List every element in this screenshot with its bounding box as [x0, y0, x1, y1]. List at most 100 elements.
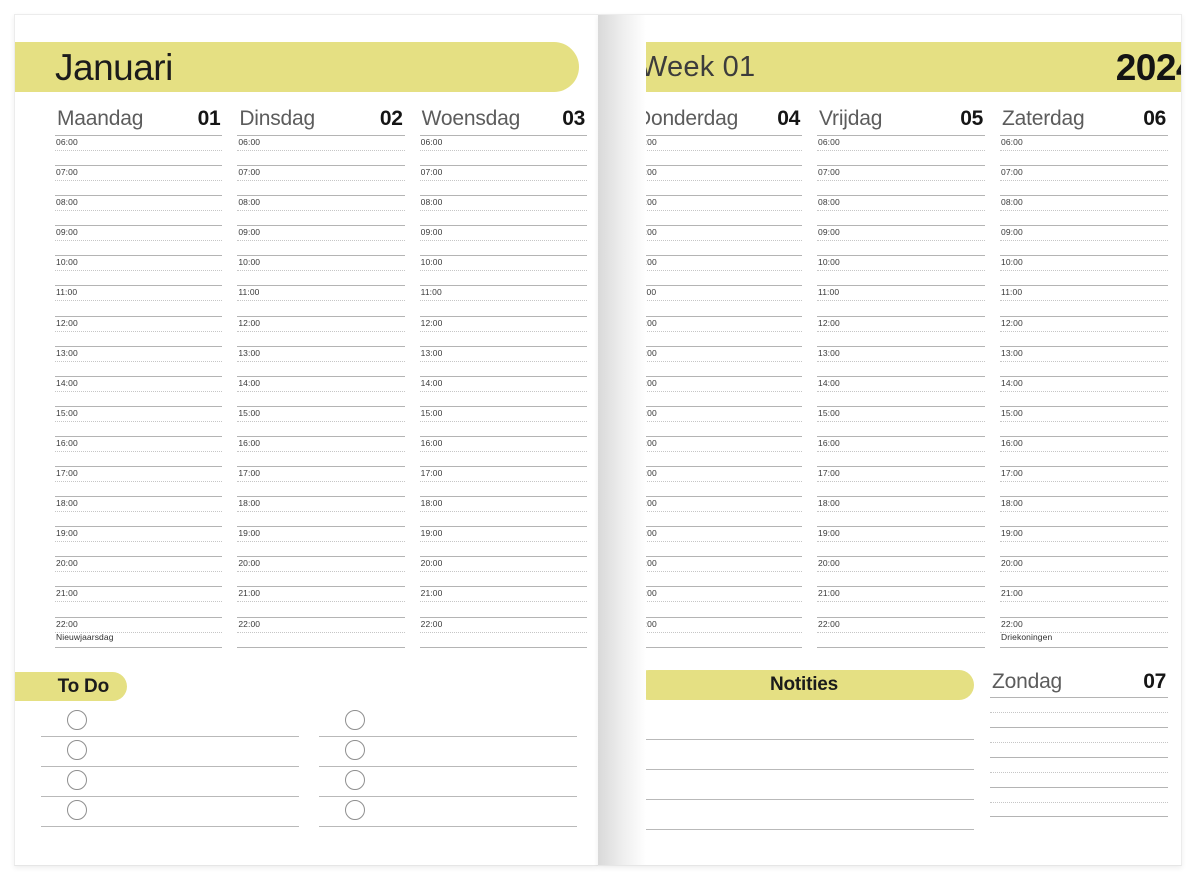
- time-slot[interactable]: 06:00: [1000, 135, 1168, 165]
- time-slot[interactable]: 06:00: [634, 135, 802, 165]
- time-slot[interactable]: 07:00: [419, 165, 587, 195]
- time-slot[interactable]: 18:00: [1000, 496, 1168, 526]
- time-slot[interactable]: 19:00: [634, 526, 802, 556]
- checkbox-circle-icon[interactable]: [67, 740, 87, 760]
- time-slot[interactable]: 14:00: [634, 375, 802, 406]
- time-slot[interactable]: 18:00: [634, 496, 802, 526]
- time-slot[interactable]: 10:00: [419, 255, 587, 285]
- time-slot[interactable]: 14:00: [817, 375, 985, 406]
- time-slot[interactable]: 13:00: [634, 345, 802, 376]
- time-slot[interactable]: 12:00: [817, 315, 985, 346]
- checkbox-circle-icon[interactable]: [67, 770, 87, 790]
- checkbox-circle-icon[interactable]: [345, 710, 365, 730]
- time-slot[interactable]: 18:00: [419, 496, 587, 526]
- time-slot[interactable]: 07:00: [55, 165, 223, 195]
- time-slot[interactable]: 15:00: [634, 405, 802, 436]
- checkbox-circle-icon[interactable]: [345, 740, 365, 760]
- checkbox-circle-icon[interactable]: [67, 710, 87, 730]
- time-slot[interactable]: 21:00: [419, 586, 587, 616]
- time-slot[interactable]: 18:00: [55, 496, 223, 526]
- time-slot[interactable]: 09:00: [419, 225, 587, 255]
- time-slot[interactable]: 21:00: [237, 586, 405, 616]
- time-slot[interactable]: 12:00: [1000, 315, 1168, 346]
- time-slot[interactable]: 16:00: [1000, 435, 1168, 466]
- time-slot[interactable]: 16:00: [817, 435, 985, 466]
- time-slot[interactable]: 11:00: [237, 285, 405, 315]
- time-slot[interactable]: 11:00: [55, 285, 223, 315]
- time-slot[interactable]: 15:00: [817, 405, 985, 436]
- time-slot[interactable]: 06:00: [55, 135, 223, 165]
- time-slot[interactable]: 15:00: [1000, 405, 1168, 436]
- todo-item[interactable]: [41, 737, 299, 767]
- time-slot[interactable]: 09:00: [634, 225, 802, 255]
- time-slot[interactable]: 07:00: [237, 165, 405, 195]
- time-slot[interactable]: 14:00: [55, 375, 223, 406]
- time-slot[interactable]: 13:00: [55, 345, 223, 376]
- checkbox-circle-icon[interactable]: [345, 800, 365, 820]
- time-slot[interactable]: 07:00: [634, 165, 802, 195]
- time-slot[interactable]: 13:00: [419, 345, 587, 376]
- time-slot[interactable]: 20:00: [634, 556, 802, 586]
- time-slot[interactable]: 17:00: [419, 466, 587, 496]
- todo-item[interactable]: [41, 707, 299, 737]
- time-slot[interactable]: 10:00: [817, 255, 985, 285]
- time-slot[interactable]: 19:00: [55, 526, 223, 556]
- time-slot[interactable]: 20:00: [817, 556, 985, 586]
- time-slot[interactable]: 20:00: [1000, 556, 1168, 586]
- time-slot[interactable]: 19:00: [817, 526, 985, 556]
- time-slot[interactable]: 21:00: [55, 586, 223, 616]
- time-slot[interactable]: 19:00: [1000, 526, 1168, 556]
- todo-item[interactable]: [319, 707, 577, 737]
- time-slot[interactable]: 21:00: [634, 586, 802, 616]
- time-slot[interactable]: 06:00: [817, 135, 985, 165]
- time-slot[interactable]: 22:00: [817, 616, 985, 648]
- todo-item[interactable]: [41, 797, 299, 827]
- time-slot[interactable]: 12:00: [419, 315, 587, 346]
- time-slot[interactable]: 22:00 Nieuwjaarsdag: [55, 616, 223, 648]
- time-slot[interactable]: 19:00: [419, 526, 587, 556]
- time-slot[interactable]: 08:00: [237, 195, 405, 225]
- time-slot[interactable]: 20:00: [237, 556, 405, 586]
- time-slot[interactable]: 09:00: [817, 225, 985, 255]
- time-slot[interactable]: 11:00: [817, 285, 985, 315]
- time-slot[interactable]: 08:00: [817, 195, 985, 225]
- notes-line[interactable]: [634, 710, 974, 740]
- time-slot[interactable]: 13:00: [817, 345, 985, 376]
- time-slot[interactable]: 22:00: [237, 616, 405, 648]
- time-slot[interactable]: 07:00: [1000, 165, 1168, 195]
- time-slot[interactable]: 07:00: [817, 165, 985, 195]
- time-slot[interactable]: 22:00: [419, 616, 587, 648]
- time-slot[interactable]: 17:00: [817, 466, 985, 496]
- time-slot[interactable]: 17:00: [1000, 466, 1168, 496]
- time-slot[interactable]: 18:00: [237, 496, 405, 526]
- time-slot[interactable]: 11:00: [634, 285, 802, 315]
- time-slot[interactable]: 16:00: [634, 435, 802, 466]
- time-slot[interactable]: 14:00: [1000, 375, 1168, 406]
- time-slot[interactable]: 15:00: [419, 405, 587, 436]
- time-slot[interactable]: 09:00: [1000, 225, 1168, 255]
- sunday-line[interactable]: [990, 727, 1168, 757]
- time-slot[interactable]: 12:00: [634, 315, 802, 346]
- time-slot[interactable]: 09:00: [237, 225, 405, 255]
- sunday-line[interactable]: [990, 787, 1168, 817]
- time-slot[interactable]: 08:00: [419, 195, 587, 225]
- time-slot[interactable]: 09:00: [55, 225, 223, 255]
- notes-line[interactable]: [634, 800, 974, 830]
- time-slot[interactable]: 22:00: [634, 616, 802, 648]
- time-slot[interactable]: 10:00: [55, 255, 223, 285]
- time-slot[interactable]: 13:00: [237, 345, 405, 376]
- time-slot[interactable]: 15:00: [55, 405, 223, 436]
- time-slot[interactable]: 16:00: [55, 435, 223, 466]
- todo-item[interactable]: [41, 767, 299, 797]
- notes-line[interactable]: [634, 770, 974, 800]
- time-slot[interactable]: 11:00: [1000, 285, 1168, 315]
- time-slot[interactable]: 17:00: [237, 466, 405, 496]
- checkbox-circle-icon[interactable]: [345, 770, 365, 790]
- time-slot[interactable]: 16:00: [419, 435, 587, 466]
- time-slot[interactable]: 13:00: [1000, 345, 1168, 376]
- time-slot[interactable]: 18:00: [817, 496, 985, 526]
- time-slot[interactable]: 06:00: [419, 135, 587, 165]
- todo-item[interactable]: [319, 767, 577, 797]
- time-slot[interactable]: 08:00: [634, 195, 802, 225]
- time-slot[interactable]: 11:00: [419, 285, 587, 315]
